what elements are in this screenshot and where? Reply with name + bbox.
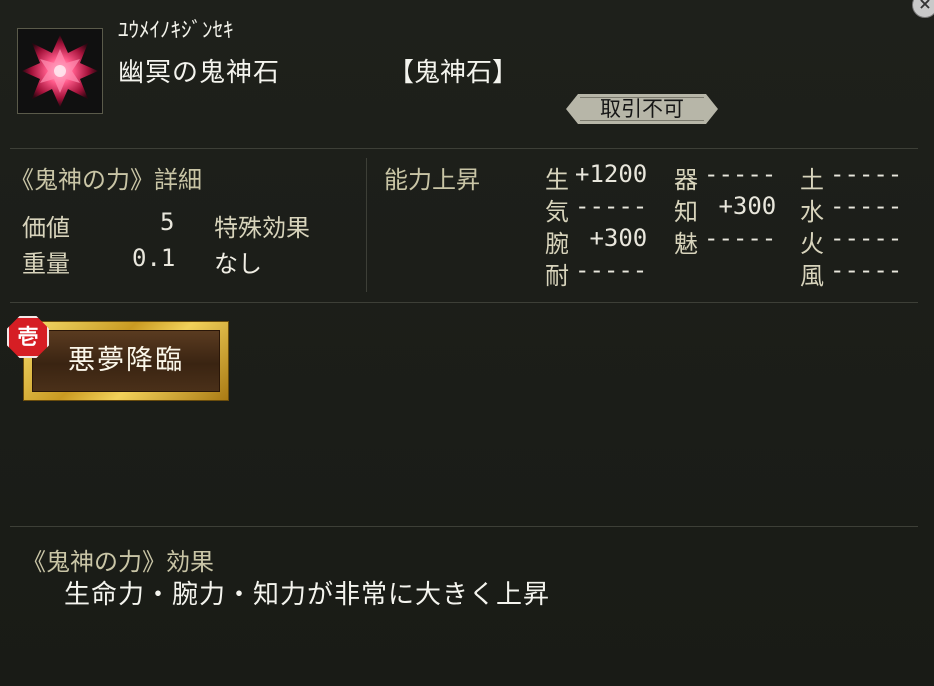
stat-value: +300 (575, 224, 648, 252)
skill-button[interactable]: 悪夢降臨 (24, 322, 228, 400)
value-label: 価値 (22, 214, 70, 242)
stat-value: +1200 (575, 160, 648, 188)
stat-label: 魅 (674, 230, 698, 258)
stat-label: 水 (800, 198, 824, 226)
close-icon[interactable]: × (912, 0, 934, 18)
weight-amount: 0.1 (132, 244, 176, 272)
stat-value: ----- (704, 224, 777, 252)
stat-label: 腕 (545, 230, 569, 258)
stat-value: ----- (704, 160, 777, 188)
divider (10, 302, 918, 303)
divider (366, 158, 367, 292)
effect-description: 生命力・腕力・知力が非常に大きく上昇 (64, 580, 551, 610)
stat-label: 火 (800, 230, 824, 258)
stat-value: ----- (830, 192, 903, 220)
weight-label: 重量 (22, 250, 70, 278)
trade-status-label: 取引不可 (600, 97, 684, 121)
stat-label: 器 (674, 166, 698, 194)
stat-value: ----- (830, 224, 903, 252)
trade-status-badge: 取引不可 (566, 94, 718, 124)
stat-label: 知 (674, 198, 698, 226)
stat-value: +300 (704, 192, 777, 220)
skill-name: 悪夢降臨 (32, 330, 220, 392)
stat-label: 風 (800, 262, 824, 290)
value-amount: 5 (160, 208, 175, 236)
crimson-crystal-icon (17, 28, 103, 114)
stat-label: 気 (545, 198, 569, 226)
item-detail-panel: × ﾕｳﾒｲﾉｷｼﾞﾝｾｷ 幽冥の鬼神石 【鬼神石】 取引不可 《鬼神の力》詳細… (0, 0, 934, 686)
item-name: 幽冥の鬼神石 (118, 58, 281, 88)
special-effect-label: 特殊効果 (214, 214, 310, 242)
detail-heading: 《鬼神の力》詳細 (10, 166, 202, 194)
stat-label: 耐 (545, 262, 569, 290)
stat-value: ----- (830, 160, 903, 188)
item-category: 【鬼神石】 (388, 58, 519, 88)
divider (10, 526, 918, 527)
special-effect-value: なし (214, 250, 262, 278)
stat-value: ----- (830, 256, 903, 284)
effect-heading: 《鬼神の力》効果 (22, 548, 214, 576)
item-reading: ﾕｳﾒｲﾉｷｼﾞﾝｾｷ (118, 18, 234, 42)
stat-label: 生 (545, 166, 569, 194)
abilities-heading: 能力上昇 (384, 166, 480, 194)
divider (10, 148, 918, 149)
stat-value: ----- (575, 256, 648, 284)
stat-value: ----- (575, 192, 648, 220)
stat-label: 土 (800, 166, 824, 194)
